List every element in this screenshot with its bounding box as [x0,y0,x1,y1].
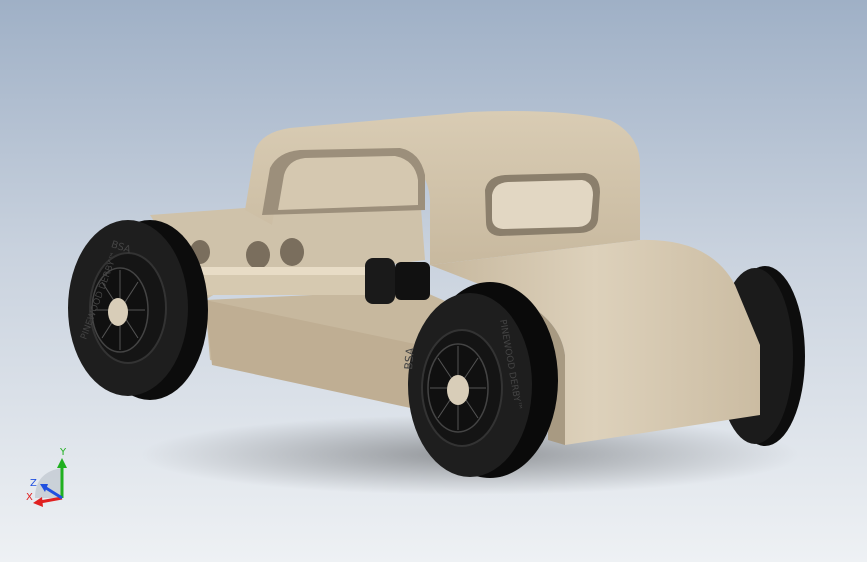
car-model[interactable]: BSA PINEWOOD DERBY™ BSA PINEWOOD DERBY™ [0,0,867,562]
x-axis-label: X [26,492,33,503]
graphics-viewport[interactable]: BSA PINEWOOD DERBY™ BSA PINEWOOD DERBY™ [0,0,867,562]
z-axis-label: Z [30,478,37,489]
rear-left-wheel[interactable]: BSA PINEWOOD DERBY™ [68,220,208,400]
reference-triad: Y X Z [26,447,67,507]
x-axis-arrow-icon [33,497,43,507]
weight-hole [246,241,270,269]
y-axis-arrow-icon [57,458,67,468]
weight-hole [280,238,304,266]
y-axis-label: Y [59,447,67,458]
wheel-brand-text: BSA [402,347,417,371]
